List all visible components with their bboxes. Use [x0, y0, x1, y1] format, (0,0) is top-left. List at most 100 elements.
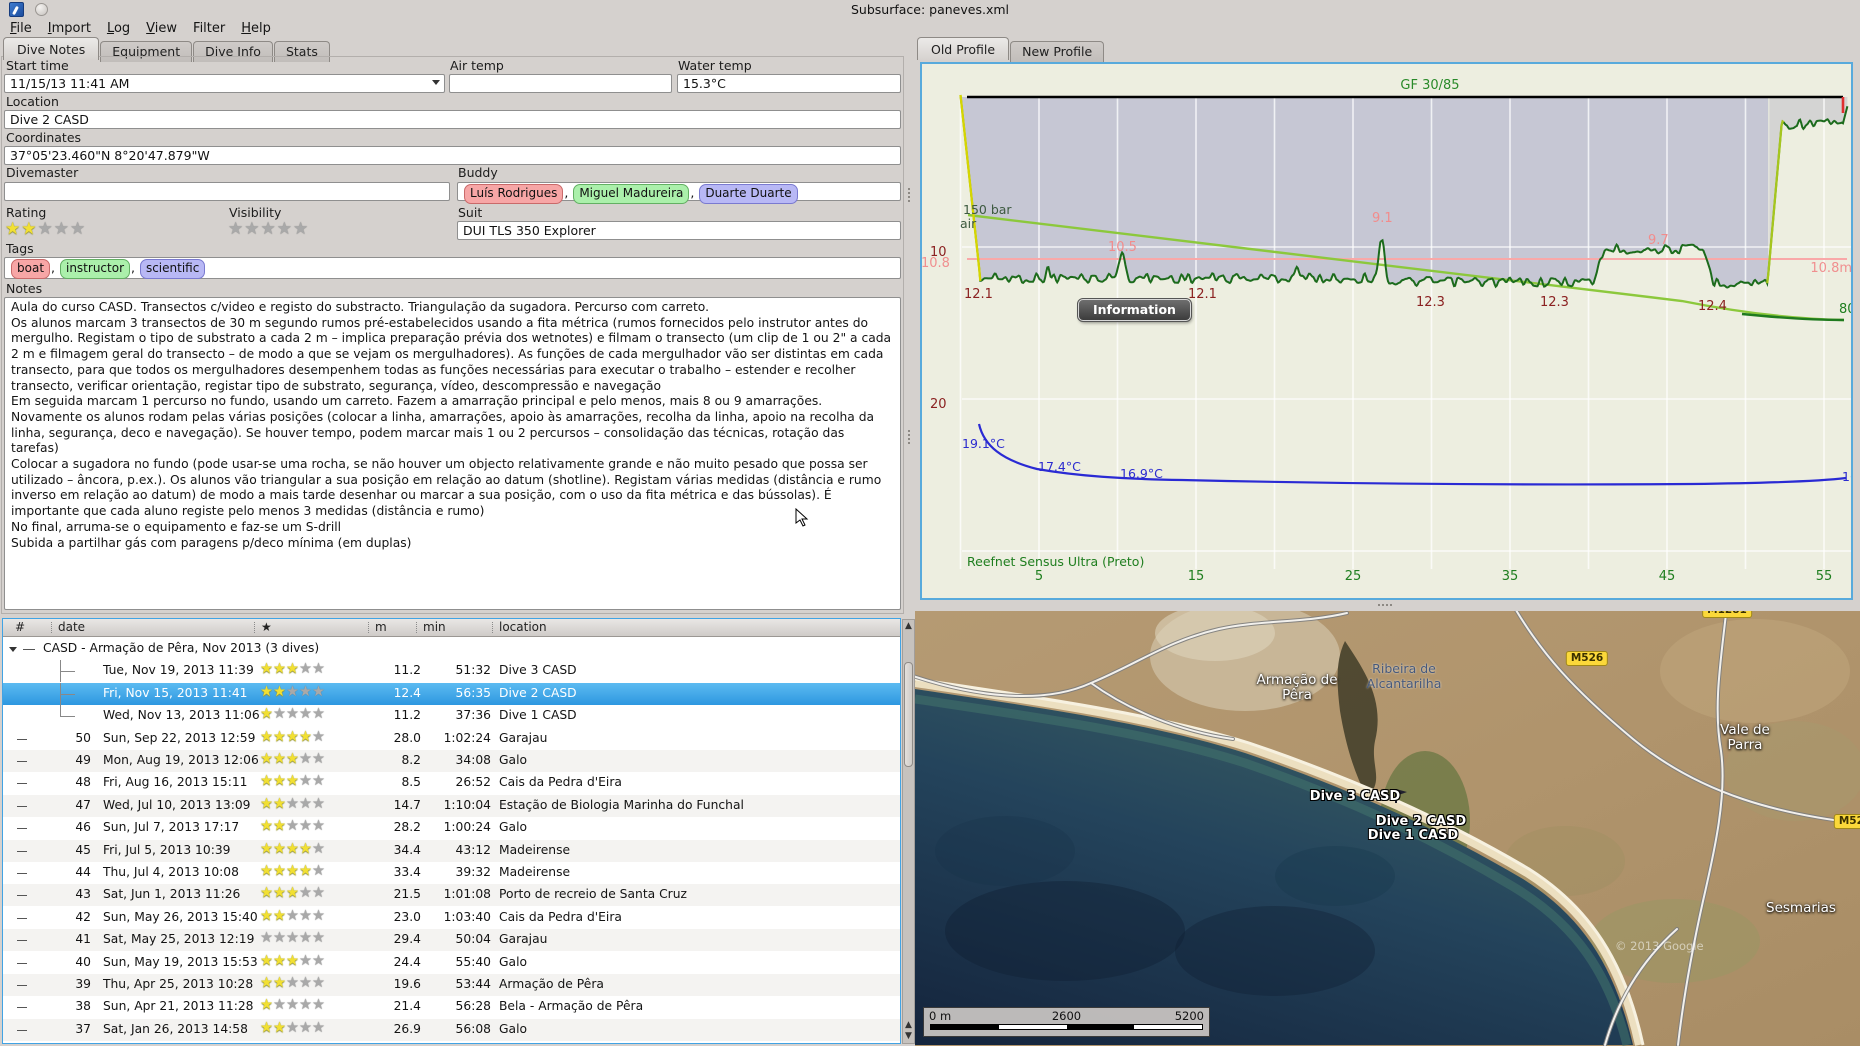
star-icon[interactable]: ★ [260, 729, 273, 745]
star-icon[interactable]: ★ [260, 661, 273, 677]
star-icon[interactable]: ★ [260, 863, 273, 879]
star-icon[interactable]: ★ [312, 706, 325, 722]
star-icon[interactable]: ★ [260, 930, 273, 946]
star-icon[interactable]: ★ [260, 975, 273, 991]
star-icon[interactable]: ★ [286, 885, 299, 901]
tab-new-profile[interactable]: New Profile [1010, 41, 1105, 62]
star-icon[interactable]: ★ [299, 1020, 312, 1036]
dive-row[interactable]: 47 Wed, Jul 10, 2013 13:09 ★★★★★ 14.7 1:10:0… [3, 794, 900, 817]
star-icon[interactable]: ★ [38, 219, 54, 239]
star-icon[interactable]: ★ [312, 997, 325, 1013]
splitter-grip[interactable] [908, 188, 912, 202]
star-icon[interactable]: ★ [312, 729, 325, 745]
buddy-pill[interactable]: Duarte Duarte [699, 184, 798, 204]
star-icon[interactable]: ★ [312, 930, 325, 946]
column-header-2[interactable]: ★ [254, 620, 272, 634]
divemaster-field[interactable] [4, 182, 450, 201]
star-icon[interactable]: ★ [299, 953, 312, 969]
star-icon[interactable]: ★ [286, 841, 299, 857]
star-icon[interactable]: ★ [260, 818, 273, 834]
scrollbar-thumb[interactable] [904, 662, 913, 767]
dive-list-header[interactable]: # date ★ m min location [3, 619, 900, 637]
tags-field[interactable]: boat, instructor, scientific [4, 257, 901, 279]
star-icon[interactable]: ★ [286, 997, 299, 1013]
dive-row[interactable]: 49 Mon, Aug 19, 2013 12:06 ★★★★★ 8.2 34:08 Ga… [3, 750, 900, 772]
tab-dive-notes[interactable]: Dive Notes [3, 37, 100, 60]
dive-list-scrollbar[interactable]: ▲ ▲ ▼ [902, 619, 915, 1044]
dive-row[interactable]: 48 Fri, Aug 16, 2013 15:11 ★★★★★ 8.5 26:52 Ca… [3, 772, 900, 794]
star-icon[interactable]: ★ [260, 908, 273, 924]
dive-row[interactable]: 40 Sun, May 19, 2013 15:53 ★★★★★ 24.4 55:40 G… [3, 952, 900, 974]
star-icon[interactable]: ★ [273, 773, 286, 789]
dive-row[interactable]: 45 Fri, Jul 5, 2013 10:39 ★★★★★ 34.4 43:12 Ma… [3, 839, 900, 862]
star-icon[interactable]: ★ [273, 751, 286, 767]
star-icon[interactable]: ★ [312, 751, 325, 767]
star-icon[interactable]: ★ [286, 953, 299, 969]
star-icon[interactable]: ★ [286, 863, 299, 879]
star-icon[interactable]: ★ [299, 908, 312, 924]
star-icon[interactable]: ★ [312, 885, 325, 901]
star-icon[interactable]: ★ [273, 841, 286, 857]
star-icon[interactable]: ★ [312, 1042, 325, 1044]
star-icon[interactable]: ★ [244, 219, 260, 239]
dive-site-marker-label[interactable]: Dive 3 CASD [1310, 789, 1400, 804]
star-icon[interactable]: ★ [273, 953, 286, 969]
star-icon[interactable]: ★ [260, 751, 273, 767]
star-icon[interactable]: ★ [299, 706, 312, 722]
dive-group-row[interactable]: CASD - Armação de Pêra, Nov 2013 (3 dive… [3, 638, 900, 660]
tag-pill[interactable]: scientific [139, 259, 206, 279]
star-icon[interactable]: ★ [260, 885, 273, 901]
star-icon[interactable]: ★ [273, 684, 286, 700]
suit-field[interactable]: DUI TLS 350 Explorer [457, 221, 901, 240]
tab-old-profile[interactable]: Old Profile [917, 37, 1010, 60]
star-icon[interactable]: ★ [299, 818, 312, 834]
menu-file[interactable]: File [2, 19, 40, 38]
menu-help[interactable]: Help [233, 19, 279, 38]
star-icon[interactable]: ★ [273, 908, 286, 924]
star-icon[interactable]: ★ [286, 773, 299, 789]
scroll-up-icon[interactable]: ▲ [905, 622, 913, 631]
scroll-up2-icon[interactable]: ▲ [905, 1021, 913, 1030]
satellite-map[interactable]: Armação de Pêra Ribeira de Alcantarilha Va… [915, 611, 1860, 1046]
dive-row[interactable]: 37 Sat, Jan 26, 2013 14:58 ★★★★★ 26.9 56:08 G… [3, 1018, 900, 1041]
star-icon[interactable]: ★ [260, 953, 273, 969]
start-time-combo[interactable]: 11/15/13 11:41 AM [4, 74, 445, 93]
star-icon[interactable]: ★ [54, 219, 70, 239]
buddy-field[interactable]: Luís Rodrigues, Miguel Madureira, Duarte… [457, 182, 901, 204]
star-icon[interactable]: ★ [260, 773, 273, 789]
dive-row[interactable]: 36Sun, Jan 20, 2013 12:33★★★★★21.758:36C… [3, 1041, 900, 1044]
star-icon[interactable]: ★ [286, 706, 299, 722]
star-icon[interactable]: ★ [299, 975, 312, 991]
star-icon[interactable]: ★ [312, 841, 325, 857]
star-icon[interactable]: ★ [273, 1042, 286, 1044]
star-icon[interactable]: ★ [299, 773, 312, 789]
air-temp-field[interactable] [449, 74, 672, 93]
star-icon[interactable]: ★ [273, 975, 286, 991]
star-icon[interactable]: ★ [260, 1042, 273, 1044]
menu-log[interactable]: Log [99, 19, 138, 38]
star-icon[interactable]: ★ [260, 841, 273, 857]
column-header-1[interactable]: date [50, 620, 85, 634]
tag-pill[interactable]: instructor [59, 259, 130, 279]
coordinates-field[interactable]: 37°05'23.460"N 8°20'47.879"W [4, 146, 901, 165]
star-icon[interactable]: ★ [312, 684, 325, 700]
star-icon[interactable]: ★ [273, 661, 286, 677]
dive-row[interactable]: Wed, Nov 13, 2013 11:06 ★★★★★ 11.2 37:36 Div… [3, 705, 900, 727]
star-icon[interactable]: ★ [273, 997, 286, 1013]
star-icon[interactable]: ★ [277, 219, 293, 239]
star-icon[interactable]: ★ [260, 1020, 273, 1036]
dive-profile-chart[interactable]: GF 30/85150 barair8010.810.8m10205152535… [921, 64, 1858, 598]
splitter-grip-horizontal[interactable] [1378, 604, 1392, 608]
dive-row[interactable]: 41 Sat, May 25, 2013 12:19 ★★★★★ 29.4 50:04 G… [3, 929, 900, 952]
dive-row[interactable]: 42 Sun, May 26, 2013 15:40 ★★★★★ 23.0 1:03:4… [3, 907, 900, 929]
dive-site-marker-label[interactable]: Dive 1 CASD [1368, 828, 1458, 843]
star-icon[interactable]: ★ [273, 729, 286, 745]
star-icon[interactable]: ★ [273, 706, 286, 722]
menu-filter[interactable]: Filter [185, 19, 233, 38]
star-icon[interactable]: ★ [273, 885, 286, 901]
star-icon[interactable]: ★ [299, 796, 312, 812]
dive-row[interactable]: 44 Thu, Jul 4, 2013 10:08 ★★★★★ 33.4 39:32 Ma… [3, 862, 900, 884]
dive-row[interactable]: 43 Sat, Jun 1, 2013 11:26 ★★★★★ 21.5 1:01:08… [3, 884, 900, 907]
star-icon[interactable]: ★ [21, 219, 37, 239]
visibility-stars[interactable]: ★★★★★ [228, 219, 309, 238]
